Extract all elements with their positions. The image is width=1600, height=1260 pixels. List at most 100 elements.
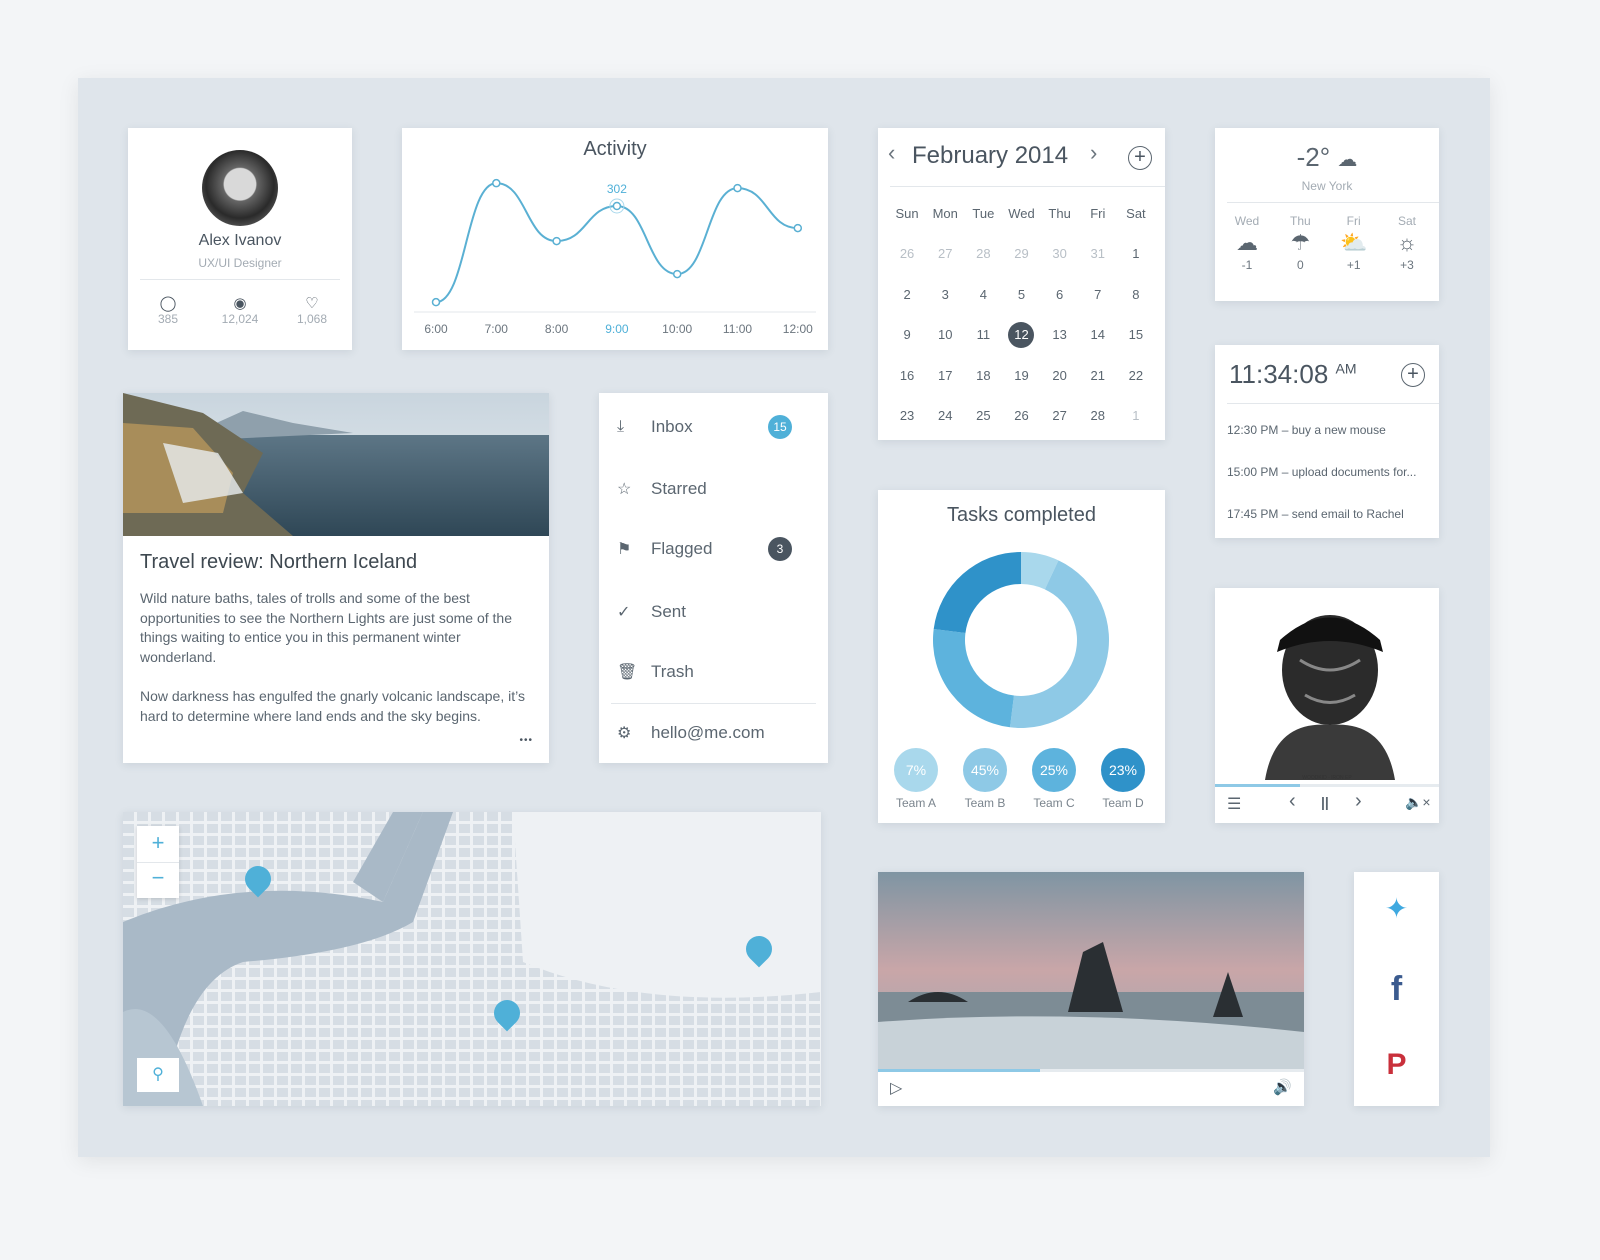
calendar-day[interactable]: 22 xyxy=(1117,356,1155,397)
calendar-day[interactable]: 14 xyxy=(1079,315,1117,356)
calendar-day[interactable]: 26 xyxy=(1002,396,1040,437)
clock-time: 11:34:08 xyxy=(1229,359,1329,389)
playlist-icon[interactable]: ☰ xyxy=(1227,794,1241,814)
pinterest-icon[interactable]: P xyxy=(1354,1048,1439,1082)
article-title[interactable]: Travel review: Northern Iceland xyxy=(140,551,417,574)
tasks-donut-chart xyxy=(933,552,1109,728)
calendar-day[interactable]: 2 xyxy=(888,275,926,316)
calendar-day[interactable]: 18 xyxy=(964,356,1002,397)
team-legend: 45% Team B xyxy=(955,748,1015,810)
divider xyxy=(611,703,816,704)
calendar-day[interactable]: 27 xyxy=(926,234,964,275)
previous-track-button[interactable]: ‹ xyxy=(1289,790,1296,813)
pause-button[interactable]: || xyxy=(1321,794,1329,810)
calendar-day[interactable]: 5 xyxy=(1002,275,1040,316)
team-percentage: 7% xyxy=(894,748,938,792)
calendar-day[interactable]: 4 xyxy=(964,275,1002,316)
facebook-icon[interactable]: f xyxy=(1354,970,1439,1009)
reminder-item[interactable]: 12:30 PM – buy a new mouse xyxy=(1227,423,1386,437)
music-progress[interactable] xyxy=(1215,784,1439,787)
more-options-button[interactable]: ••• xyxy=(519,735,533,746)
calendar-day[interactable]: 29 xyxy=(1002,234,1040,275)
twitter-icon[interactable]: ✦ xyxy=(1354,892,1439,925)
map-card[interactable]: + − ⚲ xyxy=(123,812,821,1106)
calendar-day[interactable]: 16 xyxy=(888,356,926,397)
likes-stat[interactable]: ♡ 1,068 xyxy=(292,294,332,326)
data-point[interactable] xyxy=(733,183,742,193)
data-point[interactable] xyxy=(612,201,622,211)
divider xyxy=(1227,202,1439,203)
calendar-day[interactable]: 31 xyxy=(1079,234,1117,275)
calendar-day[interactable]: 30 xyxy=(1041,234,1079,275)
x-tick-label: 10:00 xyxy=(662,322,692,336)
donut-segment-team-b[interactable] xyxy=(1009,560,1109,728)
data-label: 302 xyxy=(607,182,627,196)
calendar-day[interactable]: 3 xyxy=(926,275,964,316)
calendar-day[interactable]: 12 xyxy=(1002,315,1040,356)
data-point[interactable] xyxy=(672,269,682,279)
prev-month-button[interactable]: ‹ xyxy=(888,140,895,166)
calendar-day[interactable]: 8 xyxy=(1117,275,1155,316)
calendar-day[interactable]: 20 xyxy=(1041,356,1079,397)
weekday-label: Sun xyxy=(895,206,919,221)
views-stat[interactable]: ◉ 12,024 xyxy=(218,294,262,326)
mail-item-flagged[interactable]: ⚑ Flagged 3 xyxy=(617,529,810,569)
calendar-day[interactable]: 7 xyxy=(1079,275,1117,316)
volume-icon[interactable]: 🔊 xyxy=(1273,1078,1292,1096)
account-settings[interactable]: ⚙ hello@me.com xyxy=(617,713,810,753)
zoom-in-button[interactable]: + xyxy=(137,826,179,862)
zoom-out-button[interactable]: − xyxy=(137,862,179,898)
reminder-item[interactable]: 15:00 PM – upload documents for... xyxy=(1227,465,1416,479)
mail-item-starred[interactable]: ☆ Starred xyxy=(617,469,810,509)
cloud-sun-icon: ⛅ xyxy=(1339,230,1368,255)
calendar-day[interactable]: 26 xyxy=(888,234,926,275)
team-label: Team A xyxy=(895,796,937,810)
video-progress[interactable] xyxy=(878,1069,1304,1072)
map-search-button[interactable]: ⚲ xyxy=(137,1058,179,1092)
data-point[interactable] xyxy=(431,297,441,307)
mail-item-sent[interactable]: ✓ Sent xyxy=(617,592,810,632)
calendar-day[interactable]: 13 xyxy=(1041,315,1079,356)
calendar-day[interactable]: 15 xyxy=(1117,315,1155,356)
calendar-day[interactable]: 28 xyxy=(1079,396,1117,437)
current-temp: -2° xyxy=(1296,142,1331,172)
flag-icon: ⚑ xyxy=(617,541,632,558)
map-view[interactable] xyxy=(123,812,821,1106)
mute-icon[interactable]: 🔈× xyxy=(1405,794,1431,811)
next-track-button[interactable]: › xyxy=(1355,790,1362,813)
calendar-day[interactable]: 27 xyxy=(1041,396,1079,437)
next-month-button[interactable]: › xyxy=(1090,140,1097,166)
mail-item-inbox[interactable]: ⤓ Inbox 15 xyxy=(617,407,810,447)
data-point[interactable] xyxy=(793,223,803,233)
calendar-day[interactable]: 11 xyxy=(964,315,1002,356)
calendar-day[interactable]: 6 xyxy=(1041,275,1079,316)
add-event-button[interactable]: + xyxy=(1128,146,1152,170)
calendar-day[interactable]: 1 xyxy=(1117,396,1155,437)
reminder-item[interactable]: 17:45 PM – send email to Rachel xyxy=(1227,507,1404,521)
x-tick-label: 9:00 xyxy=(605,322,629,336)
followers-stat[interactable]: ◯ 385 xyxy=(148,294,188,326)
team-percentage: 23% xyxy=(1101,748,1145,792)
x-tick-label: 12:00 xyxy=(783,322,813,336)
cloud-icon: ☁ xyxy=(1337,149,1358,171)
data-point[interactable] xyxy=(492,178,501,188)
mail-item-trash[interactable]: 🗑 Trash xyxy=(617,652,810,692)
calendar-day[interactable]: 19 xyxy=(1002,356,1040,397)
calendar-day[interactable]: 24 xyxy=(926,396,964,437)
calendar-day[interactable]: 9 xyxy=(888,315,926,356)
calendar-day[interactable]: 23 xyxy=(888,396,926,437)
donut-segment-team-c[interactable] xyxy=(933,628,1014,728)
tasks-title: Tasks completed xyxy=(947,504,1096,526)
video-frame[interactable] xyxy=(878,872,1304,1069)
calendar-day[interactable]: 28 xyxy=(964,234,1002,275)
calendar-day[interactable]: 17 xyxy=(926,356,964,397)
calendar-day[interactable]: 21 xyxy=(1079,356,1117,397)
add-reminder-button[interactable]: + xyxy=(1401,363,1425,387)
calendar-day[interactable]: 1 xyxy=(1117,234,1155,275)
city: New York xyxy=(1301,179,1353,193)
data-point[interactable] xyxy=(552,236,561,246)
donut-segment-team-d[interactable] xyxy=(933,552,1021,633)
calendar-day[interactable]: 10 xyxy=(926,315,964,356)
calendar-day[interactable]: 25 xyxy=(964,396,1002,437)
play-button[interactable]: ▷ xyxy=(890,1078,902,1098)
